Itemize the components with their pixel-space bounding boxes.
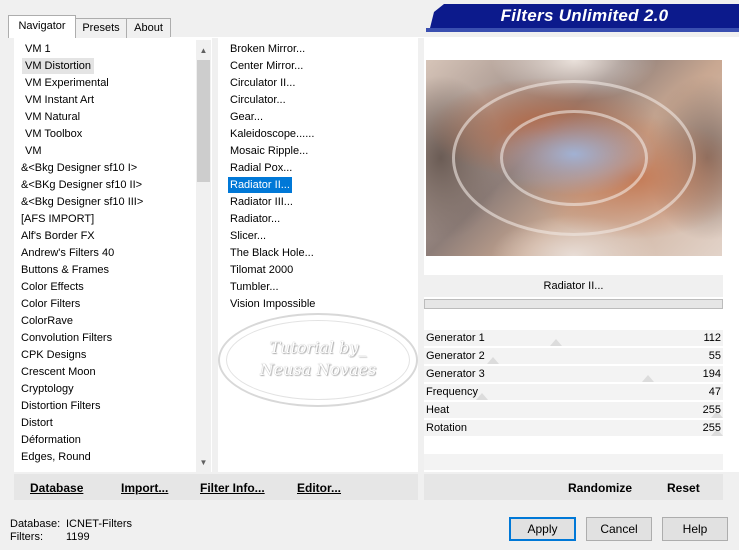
filter-item[interactable]: Tumbler...	[228, 279, 281, 295]
watermark-line-2: Neusa Novaes	[259, 360, 377, 379]
category-item[interactable]: &<Bkg Designer sf10 III>	[21, 194, 143, 210]
scroll-up-icon[interactable]: ▲	[196, 42, 211, 60]
slider-track[interactable]	[424, 402, 723, 418]
filter-item[interactable]: Broken Mirror...	[228, 41, 307, 57]
param-label: Frequency	[426, 386, 478, 398]
category-item[interactable]: Edges, Round	[21, 449, 91, 465]
filter-item[interactable]: Mosaic Ripple...	[228, 143, 310, 159]
filter-item[interactable]: Circulator II...	[228, 75, 297, 91]
category-item[interactable]: Crescent Moon	[21, 364, 96, 380]
category-item[interactable]: CPK Designs	[21, 347, 86, 363]
category-item[interactable]: &<BKg Designer sf10 II>	[21, 177, 142, 193]
filter-item[interactable]: Circulator...	[228, 92, 288, 108]
scroll-down-icon[interactable]: ▼	[196, 454, 211, 472]
param-generator-3[interactable]: Generator 3 194	[424, 365, 723, 383]
category-item[interactable]: VM Toolbox	[22, 126, 85, 142]
reset-button[interactable]: Reset	[667, 480, 700, 496]
category-item[interactable]: Cryptology	[21, 381, 74, 397]
param-empty-slot	[424, 454, 723, 470]
category-item-selected[interactable]: VM Distortion	[22, 58, 95, 74]
filter-item[interactable]: Slicer...	[228, 228, 268, 244]
progress-bar	[424, 299, 723, 309]
tab-presets[interactable]: Presets	[75, 18, 127, 38]
category-item[interactable]: Buttons & Frames	[21, 262, 109, 278]
slider-thumb[interactable]	[550, 339, 563, 346]
param-value: 112	[703, 332, 721, 344]
slider-thumb[interactable]	[487, 357, 500, 364]
filter-name: Radiator II...	[424, 275, 723, 297]
param-label: Generator 1	[426, 332, 485, 344]
category-item[interactable]: VM 1	[22, 41, 54, 57]
database-button[interactable]: Database	[30, 480, 83, 496]
filters-count: 1199	[66, 531, 90, 543]
category-item[interactable]: VM Instant Art	[22, 92, 97, 108]
param-label: Generator 3	[426, 368, 485, 380]
param-value: 255	[702, 404, 721, 416]
category-item[interactable]: Distortion Filters	[21, 398, 100, 414]
help-button[interactable]: Help	[662, 517, 728, 541]
category-item[interactable]: VM Natural	[22, 109, 83, 125]
tab-about-label: About	[134, 22, 163, 34]
filter-item[interactable]: Kaleidoscope......	[228, 126, 316, 142]
editor-button[interactable]: Editor...	[297, 480, 341, 496]
category-item[interactable]: Distort	[21, 415, 53, 431]
watermark-line-1: Tutorial by_	[269, 338, 367, 357]
watermark: Tutorial by_ Neusa Novaes	[218, 337, 418, 381]
filter-item[interactable]: Vision Impossible	[228, 296, 317, 312]
tab-presets-label: Presets	[82, 22, 120, 34]
param-frequency[interactable]: Frequency 47	[424, 383, 723, 401]
category-item[interactable]: ColorRave	[21, 313, 73, 329]
param-value: 194	[702, 368, 721, 380]
apply-button[interactable]: Apply	[509, 517, 576, 541]
category-item[interactable]: Color Filters	[21, 296, 80, 312]
filter-info-button[interactable]: Filter Info...	[200, 480, 265, 496]
tab-about[interactable]: About	[126, 18, 171, 38]
cancel-button[interactable]: Cancel	[586, 517, 652, 541]
param-value: 55	[708, 350, 721, 362]
param-value: 255	[702, 422, 721, 434]
randomize-button[interactable]: Randomize	[568, 480, 632, 496]
category-list[interactable]: VM 1 VM Distortion VM Experimental VM In…	[14, 38, 212, 472]
category-item[interactable]: &<Bkg Designer sf10 I>	[21, 160, 137, 176]
filter-item[interactable]: Gear...	[228, 109, 265, 125]
slider-track[interactable]	[424, 420, 723, 436]
preview-pattern-inner-ring	[500, 110, 648, 206]
param-rotation[interactable]: Rotation 255	[424, 419, 723, 437]
filter-item[interactable]: The Black Hole...	[228, 245, 316, 261]
database-label: Database:	[10, 518, 61, 530]
param-label: Generator 2	[426, 350, 485, 362]
filter-item[interactable]: Radiator...	[228, 211, 282, 227]
tab-navigator-label: Navigator	[18, 20, 66, 32]
category-item[interactable]: Déformation	[21, 432, 81, 448]
param-value: 47	[708, 386, 721, 398]
database-value: ICNET-Filters	[66, 518, 132, 530]
category-item[interactable]: Color Effects	[21, 279, 84, 295]
param-label: Heat	[426, 404, 450, 416]
param-label: Rotation	[426, 422, 467, 434]
filter-item[interactable]: Radial Pox...	[228, 160, 294, 176]
banner-title: Filters Unlimited 2.0	[500, 6, 669, 25]
category-item[interactable]: VM Experimental	[22, 75, 112, 91]
param-heat[interactable]: Heat 255	[424, 401, 723, 419]
tab-navigator[interactable]: Navigator	[8, 15, 76, 38]
import-button[interactable]: Import...	[121, 480, 168, 496]
category-item[interactable]: VM	[22, 143, 45, 159]
param-generator-2[interactable]: Generator 2 55	[424, 347, 723, 365]
category-item[interactable]: Andrew's Filters 40	[21, 245, 114, 261]
banner-underline	[426, 28, 739, 32]
category-item[interactable]: Alf's Border FX	[21, 228, 95, 244]
category-item[interactable]: [AFS IMPORT]	[21, 211, 94, 227]
slider-thumb[interactable]	[642, 375, 655, 382]
filter-item[interactable]: Radiator III...	[228, 194, 295, 210]
param-generator-1[interactable]: Generator 1 112	[424, 329, 723, 347]
filters-label: Filters:	[10, 531, 43, 543]
filter-item-selected[interactable]: Radiator II...	[228, 177, 292, 193]
filter-item[interactable]: Center Mirror...	[228, 58, 305, 74]
category-item[interactable]: Convolution Filters	[21, 330, 112, 346]
filter-item[interactable]: Tilomat 2000	[228, 262, 295, 278]
scroll-thumb[interactable]	[197, 60, 210, 182]
